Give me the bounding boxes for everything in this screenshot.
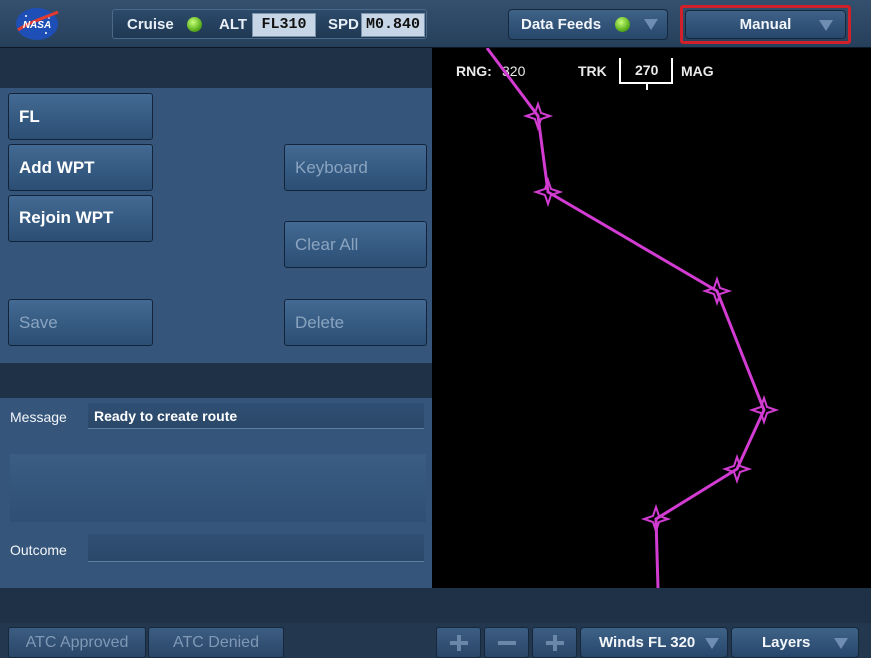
speed-value: M0.840 <box>361 13 425 37</box>
winds-dropdown[interactable]: Winds FL 320 <box>580 627 728 658</box>
mode-label: Manual <box>739 16 792 33</box>
clear-all-button[interactable]: Clear All <box>284 221 427 268</box>
nasa-logo: NASA <box>14 6 60 42</box>
winds-label: Winds FL 320 <box>599 634 696 651</box>
mode-dropdown[interactable]: Manual <box>685 10 846 39</box>
rejoin-waypoint-button[interactable]: Rejoin WPT <box>8 195 153 242</box>
message-field: Ready to create route <box>88 403 424 429</box>
keyboard-button[interactable]: Keyboard <box>284 144 427 191</box>
panel-divider-strip <box>0 363 432 398</box>
layers-dropdown[interactable]: Layers <box>731 627 859 658</box>
spd-label: SPD <box>328 16 359 33</box>
altitude-value: FL310 <box>252 13 316 37</box>
manual-highlight-frame: Manual <box>680 5 851 44</box>
atc-denied-button[interactable]: ATC Denied <box>148 627 284 658</box>
delete-button[interactable]: Delete <box>284 299 427 346</box>
flight-status-group: Cruise ALT FL310 SPD M0.840 <box>112 9 427 39</box>
chevron-down-icon <box>705 638 719 649</box>
outcome-field <box>88 534 424 562</box>
message-detail-area <box>10 454 426 522</box>
add-waypoint-button[interactable]: Add WPT <box>8 144 153 191</box>
chevron-down-icon <box>834 638 848 649</box>
data-feeds-label: Data Feeds <box>521 16 602 33</box>
atc-approved-button[interactable]: ATC Approved <box>8 627 146 658</box>
alt-label: ALT <box>219 16 248 33</box>
fl-button[interactable]: FL <box>8 93 153 140</box>
zoom-out-button[interactable] <box>484 627 529 658</box>
plus-icon <box>545 634 564 651</box>
map-tool-button-1[interactable] <box>436 627 481 658</box>
route-overlay <box>485 48 780 588</box>
save-button[interactable]: Save <box>8 299 153 346</box>
minus-icon <box>497 640 516 645</box>
svg-text:NASA: NASA <box>23 20 51 31</box>
phase-status-indicator <box>187 17 202 32</box>
data-feeds-button[interactable]: Data Feeds <box>508 9 668 40</box>
outcome-label: Outcome <box>10 542 67 558</box>
crosshair-icon <box>449 634 468 651</box>
chevron-down-icon <box>644 19 659 30</box>
zoom-in-button[interactable] <box>532 627 577 658</box>
layers-label: Layers <box>762 634 811 651</box>
route-edit-panel: FL Add WPT Rejoin WPT Save Keyboard Clea… <box>0 48 432 588</box>
bottom-bar: ATC Approved ATC Denied Winds FL 320 Lay… <box>0 588 871 658</box>
top-bar: NASA Cruise ALT FL310 SPD M0.840 Data Fe… <box>0 0 871 48</box>
phase-label: Cruise <box>127 16 174 33</box>
chevron-down-icon <box>819 20 833 31</box>
data-feeds-status-indicator <box>615 17 631 32</box>
message-label: Message <box>10 409 67 425</box>
route-map[interactable]: RNG: 320 TRK 270 MAG <box>432 48 871 588</box>
panel-header-strip <box>0 48 432 88</box>
